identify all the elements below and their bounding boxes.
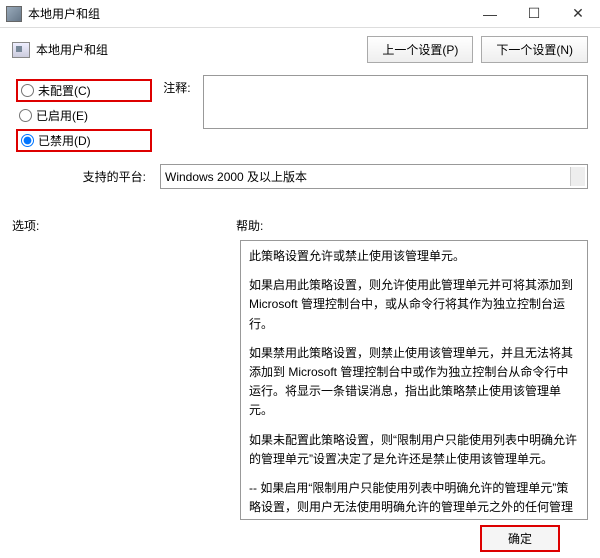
radio-enabled-label: 已启用(E) <box>36 107 88 124</box>
radio-enabled-input[interactable] <box>19 109 32 122</box>
comment-label: 注释: <box>160 75 197 156</box>
prev-setting-button[interactable]: 上一个设置(P) <box>367 36 473 63</box>
policy-title: 本地用户和组 <box>36 41 367 58</box>
radio-disabled[interactable]: 已禁用(D) <box>16 129 152 152</box>
window-controls: — ☐ ✕ <box>468 0 600 28</box>
help-paragraph: 如果启用此策略设置，则允许使用此管理单元并可将其添加到 Microsoft 管理… <box>249 276 579 334</box>
radio-not-configured[interactable]: 未配置(C) <box>16 79 152 102</box>
comment-textarea[interactable] <box>203 75 588 129</box>
policy-icon <box>12 42 30 58</box>
help-paragraph: 如果未配置此策略设置，则“限制用户只能使用列表中明确允许的管理单元”设置决定了是… <box>249 431 579 469</box>
next-setting-button[interactable]: 下一个设置(N) <box>481 36 588 63</box>
platform-label: 支持的平台: <box>12 164 152 189</box>
state-radio-group: 未配置(C) 已启用(E) 已禁用(D) <box>12 79 152 152</box>
platform-box: Windows 2000 及以上版本 <box>160 164 588 189</box>
options-label: 选项: <box>12 217 236 234</box>
titlebar: 本地用户和组 — ☐ ✕ <box>0 0 600 28</box>
window-title: 本地用户和组 <box>28 5 468 22</box>
maximize-button[interactable]: ☐ <box>512 0 556 28</box>
app-icon <box>6 6 22 22</box>
radio-not-configured-input[interactable] <box>21 84 34 97</box>
close-button[interactable]: ✕ <box>556 0 600 28</box>
help-paragraph: 如果禁用此策略设置，则禁止使用该管理单元，并且无法将其添加到 Microsoft… <box>249 344 579 421</box>
radio-disabled-label: 已禁用(D) <box>38 132 91 149</box>
radio-not-configured-label: 未配置(C) <box>38 82 91 99</box>
ok-button[interactable]: 确定 <box>480 525 560 552</box>
minimize-button[interactable]: — <box>468 0 512 28</box>
header-row: 本地用户和组 上一个设置(P) 下一个设置(N) <box>0 28 600 75</box>
help-label: 帮助: <box>236 217 263 234</box>
help-textbox[interactable]: 此策略设置允许或禁止使用该管理单元。如果启用此策略设置，则允许使用此管理单元并可… <box>240 240 588 520</box>
help-paragraph: -- 如果启用“限制用户只能使用列表中明确允许的管理单元”策略设置，则用户无法使… <box>249 479 579 520</box>
radio-disabled-input[interactable] <box>21 134 34 147</box>
radio-enabled[interactable]: 已启用(E) <box>16 106 152 125</box>
help-paragraph: 此策略设置允许或禁止使用该管理单元。 <box>249 247 579 266</box>
platform-text: Windows 2000 及以上版本 <box>165 170 307 184</box>
